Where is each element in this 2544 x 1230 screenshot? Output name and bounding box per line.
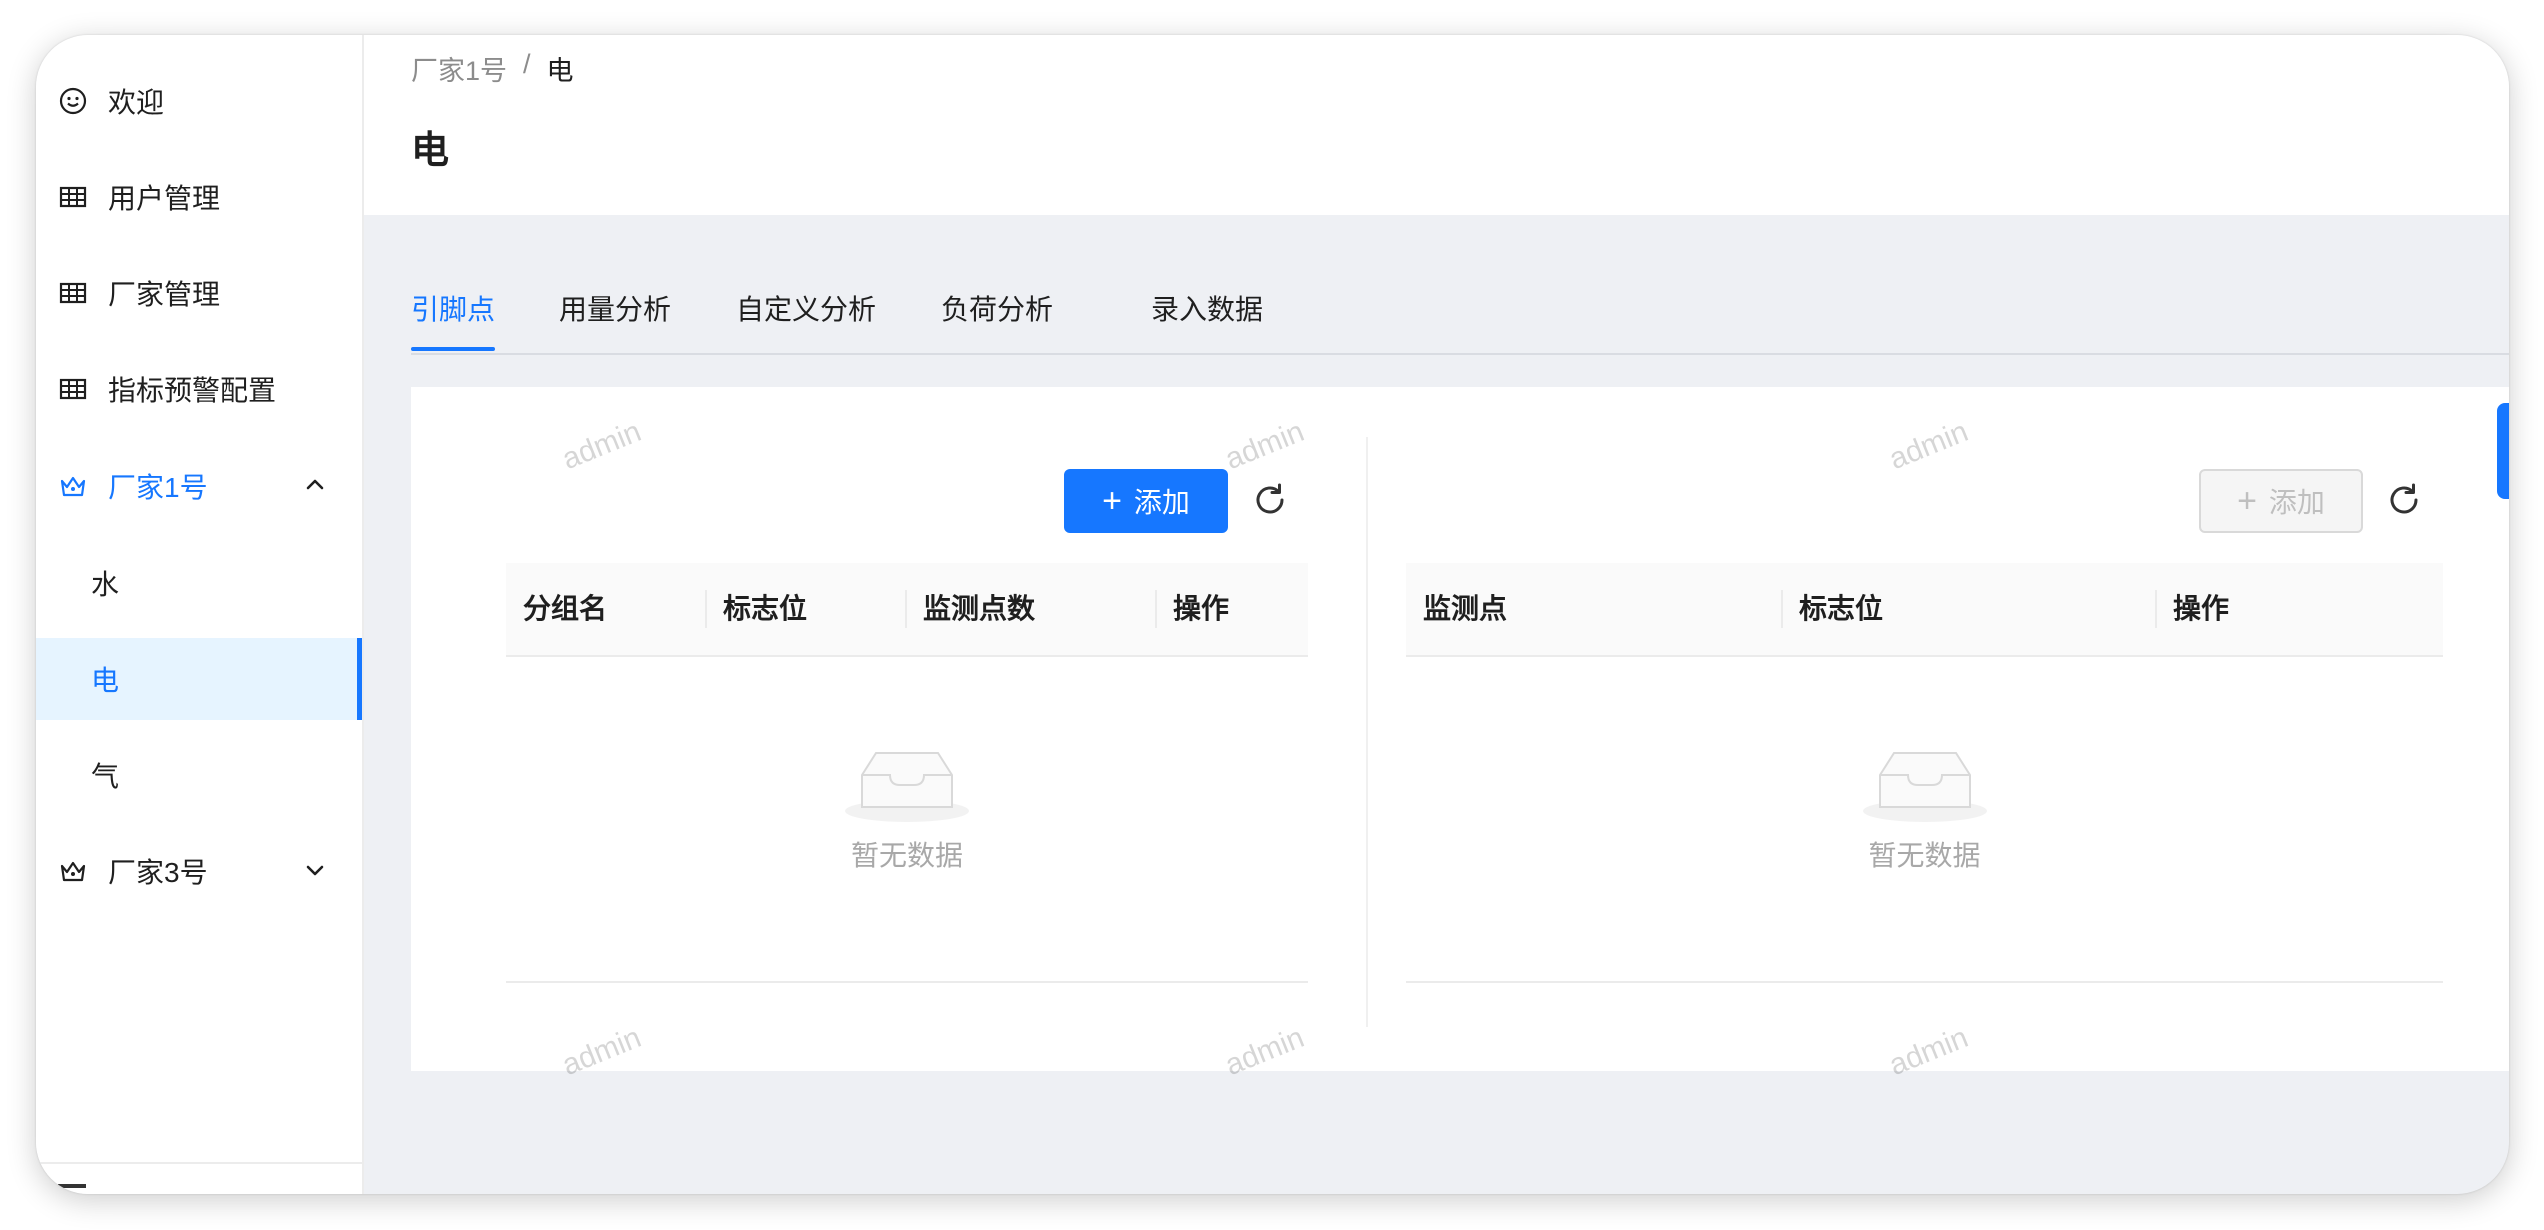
smile-icon — [58, 86, 88, 116]
sidebar-item-users[interactable]: 用户管理 — [36, 156, 362, 238]
group-table: 分组名 标志位 监测点数 操作 暂无数据 — [506, 563, 1308, 983]
sidebar-item-electricity[interactable]: 电 — [36, 638, 362, 720]
table-icon — [58, 278, 88, 308]
sidebar-item-vendors[interactable]: 厂家管理 — [36, 252, 362, 334]
add-button-label: 添加 — [1133, 487, 1190, 518]
chevron-down-icon — [306, 865, 324, 876]
sidebar-item-water[interactable]: 水 — [36, 542, 362, 624]
breadcrumb: 厂家1号 / 电 — [411, 49, 574, 88]
sidebar-submenu-vendor-1[interactable]: 厂家1号 — [36, 445, 362, 527]
tab-bar: 引脚点 用量分析 自定义分析 负荷分析 录入数据 — [411, 285, 2509, 355]
tab-custom-analysis[interactable]: 自定义分析 — [736, 285, 876, 351]
watermark: admin — [1220, 1020, 1309, 1083]
app-window: 欢迎 用户管理 厂家管理 指标预警配置 厂家1号 水 电 气 厂家3号 厂家1号… — [36, 35, 2509, 1194]
empty-text: 暂无数据 — [850, 840, 963, 871]
page-title: 电 — [411, 130, 450, 172]
monitor-point-table: 监测点 标志位 操作 暂无数据 — [1406, 563, 2443, 983]
sidebar-item-label: 欢迎 — [108, 87, 165, 118]
breadcrumb-parent[interactable]: 厂家1号 — [411, 49, 507, 88]
plus-icon: + — [1102, 482, 1122, 520]
column-header: 监测点 — [1423, 593, 1508, 624]
column-header: 操作 — [2173, 593, 2230, 624]
table-header: 监测点 标志位 操作 — [1406, 563, 2443, 657]
breadcrumb-separator: / — [523, 49, 531, 79]
sidebar-item-label: 厂家3号 — [108, 857, 208, 888]
empty-text: 暂无数据 — [1868, 840, 1981, 871]
empty-state: 暂无数据 — [506, 741, 1308, 874]
watermark: admin — [557, 414, 646, 477]
watermark: admin — [1884, 1020, 1973, 1083]
menu-fold-icon — [58, 1184, 86, 1188]
sidebar-item-label: 水 — [91, 569, 120, 600]
sidebar-item-label: 厂家管理 — [108, 279, 221, 310]
content-card: + 添加 分组名 标志位 监测点数 操作 暂无数据 + 添加 监测点 标志位 操… — [411, 387, 2509, 1082]
sidebar-item-welcome[interactable]: 欢迎 — [36, 60, 362, 142]
table-icon — [58, 374, 88, 404]
sidebar: 欢迎 用户管理 厂家管理 指标预警配置 厂家1号 水 电 气 厂家3号 — [36, 35, 364, 1194]
sidebar-submenu-vendor-3[interactable]: 厂家3号 — [36, 830, 362, 912]
add-button-label: 添加 — [2268, 487, 2325, 518]
column-header: 标志位 — [1799, 593, 1884, 624]
refresh-icon[interactable] — [1251, 481, 1289, 519]
page-header: 厂家1号 / 电 电 — [364, 35, 2509, 215]
sidebar-collapse-trigger[interactable] — [36, 1162, 362, 1194]
watermark: admin — [1220, 414, 1309, 477]
sidebar-item-label: 厂家1号 — [108, 472, 208, 503]
column-header: 标志位 — [723, 593, 808, 624]
empty-inbox-icon — [845, 752, 969, 822]
empty-state: 暂无数据 — [1406, 741, 2443, 874]
add-monitor-point-button[interactable]: + 添加 — [2199, 469, 2363, 533]
sidebar-item-label: 气 — [91, 761, 120, 792]
column-header: 操作 — [1173, 593, 1230, 624]
crown-icon — [58, 856, 88, 886]
sidebar-item-label: 指标预警配置 — [108, 375, 277, 406]
sidebar-item-label: 用户管理 — [108, 183, 221, 214]
sidebar-item-alert-config[interactable]: 指标预警配置 — [36, 348, 362, 430]
panel-divider — [1366, 437, 1368, 1027]
plus-icon: + — [2237, 482, 2257, 520]
side-float-handle[interactable] — [2497, 403, 2509, 499]
sidebar-item-label: 电 — [91, 665, 120, 696]
chevron-up-icon — [306, 479, 324, 490]
breadcrumb-current: 电 — [546, 56, 574, 86]
tab-enter-data[interactable]: 录入数据 — [1151, 285, 1263, 351]
table-icon — [58, 182, 88, 212]
crown-icon — [58, 471, 88, 501]
table-header: 分组名 标志位 监测点数 操作 — [506, 563, 1308, 657]
column-header: 监测点数 — [923, 593, 1036, 624]
watermark: admin — [1884, 414, 1973, 477]
column-header: 分组名 — [523, 593, 608, 624]
tab-load-analysis[interactable]: 负荷分析 — [941, 285, 1053, 351]
refresh-icon[interactable] — [2385, 481, 2423, 519]
watermark: admin — [557, 1020, 646, 1083]
tab-usage-analysis[interactable]: 用量分析 — [559, 285, 671, 351]
tab-pins[interactable]: 引脚点 — [411, 285, 496, 351]
sidebar-item-gas[interactable]: 气 — [36, 734, 362, 816]
empty-inbox-icon — [1862, 752, 1987, 822]
add-group-button[interactable]: + 添加 — [1064, 469, 1228, 533]
